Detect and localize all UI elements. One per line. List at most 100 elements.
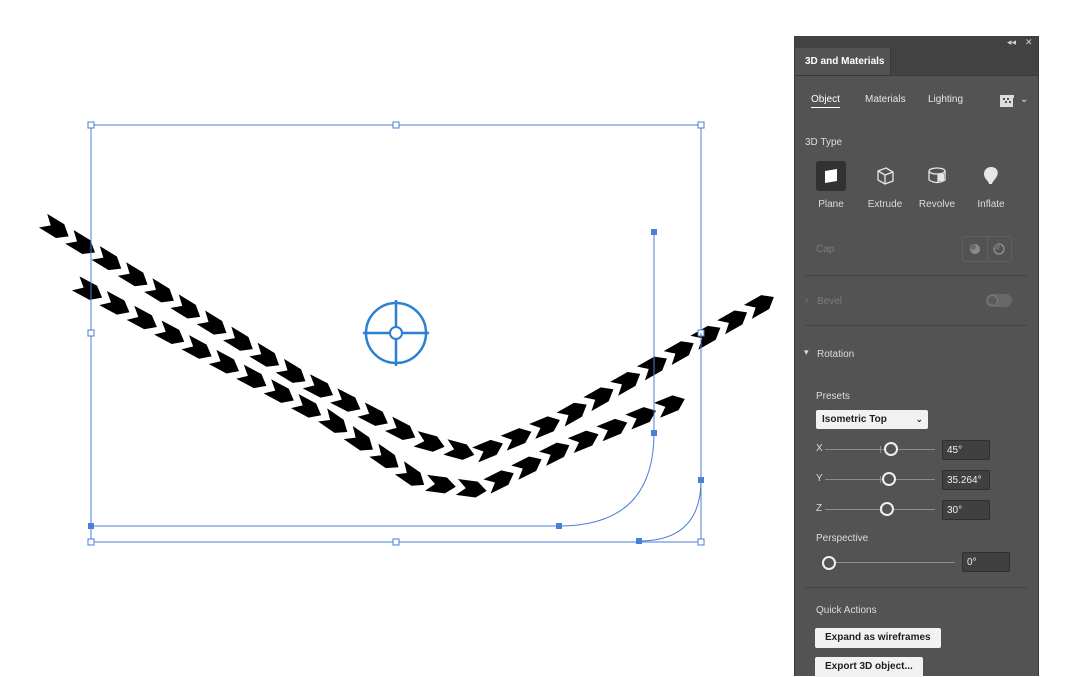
anchor-point[interactable] — [636, 538, 642, 544]
collapse-icon[interactable]: ◂◂ — [1007, 36, 1016, 48]
perspective-label: Perspective — [816, 533, 869, 544]
panel-titlebar[interactable]: ◂◂ ✕ — [795, 36, 1038, 48]
chevron-shape — [743, 295, 774, 319]
panel-tab-title[interactable]: 3D and Materials — [795, 48, 891, 75]
chevron-shape — [154, 320, 185, 345]
cap-off-icon[interactable] — [988, 237, 1012, 261]
tab-lighting[interactable]: Lighting — [928, 94, 963, 105]
chevron-shape — [529, 416, 560, 439]
perspective-slider-track[interactable] — [825, 562, 955, 563]
tab-object[interactable]: Object — [811, 94, 840, 108]
z-rotation-input[interactable]: 30° — [942, 500, 990, 520]
anchor-point[interactable] — [88, 523, 94, 529]
type-label-plane: Plane — [818, 199, 844, 210]
chevron-shape — [394, 461, 425, 486]
type-label-revolve: Revolve — [918, 199, 956, 210]
quick-actions-label: Quick Actions — [816, 605, 877, 616]
x-axis-label: X — [816, 443, 823, 454]
render-settings-icon[interactable] — [1000, 94, 1016, 111]
plane-icon — [825, 169, 837, 183]
divider — [805, 587, 1027, 588]
bbox-handle[interactable] — [87, 121, 95, 129]
chevron-shape — [290, 394, 322, 418]
revolve-icon — [928, 167, 946, 184]
perspective-slider-knob[interactable] — [822, 556, 836, 570]
extrude-type-button[interactable] — [870, 161, 900, 191]
chevron-shape — [472, 439, 503, 463]
chevron-shape — [236, 364, 267, 389]
chevron-shape — [556, 402, 587, 427]
chevron-shape — [208, 349, 240, 374]
cap-label: Cap — [816, 244, 835, 255]
panel-tabstrip: 3D and Materials — [795, 48, 1038, 76]
y-slider-center-tick — [880, 476, 881, 483]
bevel-label: Bevel — [817, 296, 843, 307]
chevron-shape — [38, 213, 69, 238]
anchor-point[interactable] — [651, 430, 657, 436]
presets-value: Isometric Top — [822, 414, 887, 425]
chevron-shape — [126, 305, 157, 330]
chevron-shape — [567, 430, 599, 454]
rotation-target-icon[interactable] — [363, 300, 429, 366]
chevron-shape — [538, 442, 570, 466]
bevel-expand-icon[interactable]: › — [805, 295, 808, 306]
cap-on-icon[interactable] — [963, 237, 988, 261]
bbox-handle[interactable] — [697, 538, 705, 546]
x-rotation-input[interactable]: 45° — [942, 440, 990, 460]
z-slider-knob[interactable] — [880, 502, 894, 516]
inflate-type-button[interactable] — [976, 161, 1006, 191]
3d-type-heading: 3D Type — [805, 137, 843, 148]
chevron-shape — [170, 294, 201, 319]
y-slider-knob[interactable] — [882, 472, 896, 486]
chevron-shape — [249, 342, 280, 367]
chevron-shape — [511, 456, 542, 480]
bbox-handle[interactable] — [87, 329, 95, 337]
export-3d-object-button[interactable]: Export 3D object... — [815, 657, 923, 677]
z-axis-label: Z — [816, 503, 823, 514]
chevron-shape — [263, 379, 294, 403]
chevron-shape — [425, 474, 456, 494]
bbox-handle[interactable] — [392, 121, 400, 129]
revolve-type-button[interactable] — [922, 161, 952, 191]
presets-label: Presets — [816, 391, 850, 402]
plane-type-button[interactable] — [816, 161, 846, 191]
rotation-expand-icon[interactable]: ▾ — [804, 347, 809, 358]
chevron-shape — [357, 402, 388, 426]
chevron-shape — [583, 387, 614, 412]
chevron-shape — [663, 341, 694, 366]
chevron-shape — [369, 443, 399, 469]
rotation-label[interactable]: Rotation — [817, 349, 854, 360]
chevron-shape — [181, 335, 212, 359]
bbox-handle[interactable] — [87, 538, 95, 546]
chevron-shape — [500, 428, 532, 451]
artboard-canvas[interactable] — [0, 0, 790, 676]
inflate-icon — [984, 167, 998, 184]
x-slider-knob[interactable] — [884, 442, 898, 456]
perspective-input[interactable]: 0° — [962, 552, 1010, 572]
path-outline[interactable] — [91, 232, 702, 542]
chevron-shape — [275, 358, 306, 383]
anchor-point[interactable] — [651, 229, 657, 235]
bevel-toggle[interactable] — [986, 294, 1012, 307]
tab-materials[interactable]: Materials — [865, 94, 906, 105]
expand-as-wireframes-button[interactable]: Expand as wireframes — [815, 628, 941, 648]
chevron-artwork[interactable] — [38, 213, 778, 499]
anchor-point[interactable] — [556, 523, 562, 529]
anchor-point[interactable] — [698, 477, 704, 483]
anchor-points[interactable] — [88, 229, 704, 544]
bbox-handle[interactable] — [697, 121, 705, 129]
chevron-shape — [690, 325, 721, 350]
bbox-handle[interactable] — [392, 538, 400, 546]
close-icon[interactable]: ✕ — [1025, 36, 1033, 48]
chevron-shape — [144, 278, 174, 303]
chevron-shape — [71, 276, 103, 300]
type-label-inflate: Inflate — [977, 199, 1005, 210]
y-rotation-input[interactable]: 35.264° — [942, 470, 990, 490]
type-label-extrude: Extrude — [867, 199, 903, 210]
chevron-shape — [196, 310, 227, 335]
chevron-shape — [413, 431, 445, 452]
presets-dropdown[interactable]: Isometric Top ⌄ — [816, 410, 928, 429]
chevron-down-icon[interactable]: ⌄ — [1020, 94, 1028, 105]
cap-toggle-group[interactable] — [962, 236, 1012, 262]
chevron-shape — [223, 326, 253, 351]
